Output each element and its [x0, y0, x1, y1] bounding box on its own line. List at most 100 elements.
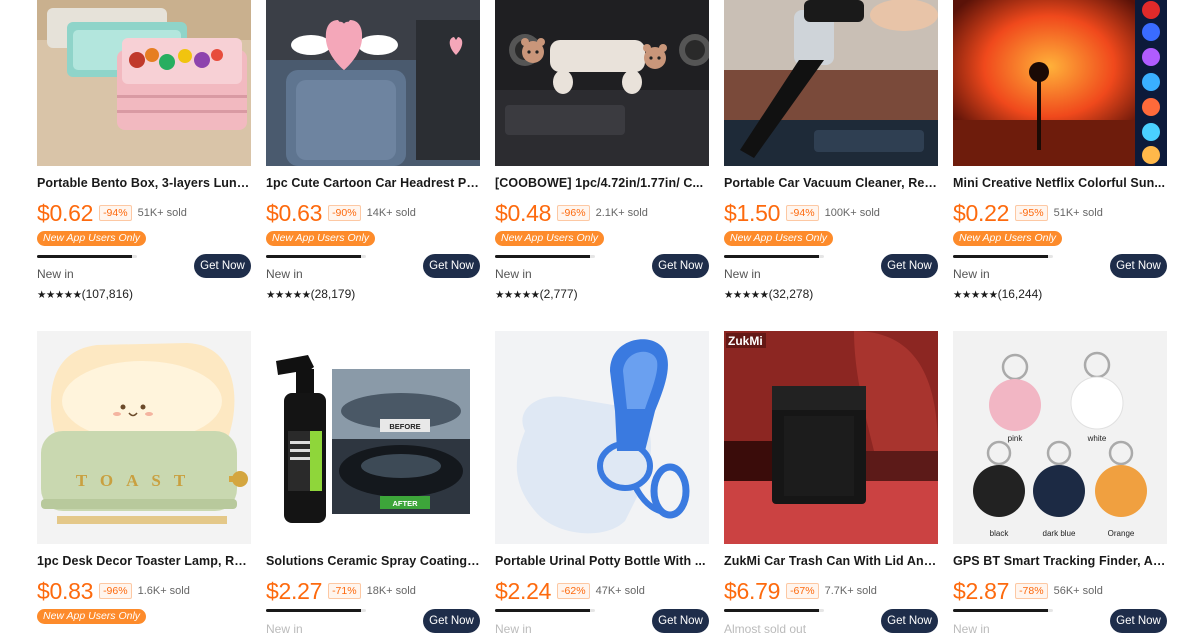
- toast-label: TOAST: [76, 471, 198, 490]
- black-label: black: [990, 529, 1010, 538]
- stock-status: New in: [724, 267, 761, 281]
- product-price: $2.27: [266, 577, 323, 604]
- product-image-urinal-bottle[interactable]: [495, 331, 709, 544]
- stock-status: Almost sold out: [724, 622, 807, 636]
- rating-count: (16,244): [997, 287, 1043, 301]
- rating-count: (107,816): [81, 287, 133, 301]
- star-icons: ★★★★★: [724, 289, 769, 301]
- progress-fill: [953, 255, 1048, 258]
- white-label: white: [1087, 434, 1107, 443]
- product-title[interactable]: Portable Car Vacuum Cleaner, Rec...: [724, 176, 938, 190]
- product-price: $2.24: [495, 577, 552, 604]
- stock-progress-bar: [724, 255, 824, 258]
- promo-tag: New App Users Only: [266, 231, 376, 246]
- rating-count: (2,777): [539, 287, 578, 301]
- sold-count: 51K+ sold: [1053, 207, 1103, 219]
- product-image-gps-tracker[interactable]: pink white black dark blue Orange: [953, 331, 1167, 544]
- zukmi-logo: ZukMi: [728, 334, 763, 348]
- get-now-button[interactable]: Get Now: [423, 609, 480, 633]
- stock-progress-bar: [495, 255, 595, 258]
- pink-label: pink: [1008, 434, 1024, 443]
- promo-tag: New App Users Only: [724, 231, 834, 246]
- product-title[interactable]: [COOBOWE] 1pc/4.72in/1.77in/ C...: [495, 176, 709, 190]
- product-image-car-trash-can[interactable]: ZukMi: [724, 331, 938, 544]
- stock-status: New in: [953, 267, 990, 281]
- product-title[interactable]: ZukMi Car Trash Can With Lid And...: [724, 554, 938, 568]
- discount-badge: -71%: [328, 583, 361, 599]
- sold-count: 2.1K+ sold: [595, 207, 648, 219]
- product-price: $0.62: [37, 199, 94, 226]
- star-icons: ★★★★★: [953, 289, 998, 301]
- promo-tag: New App Users Only: [495, 231, 605, 246]
- progress-fill: [724, 609, 819, 612]
- rating: ★★★★★(107,816): [37, 287, 133, 301]
- product-price: $0.83: [37, 577, 94, 604]
- get-now-button[interactable]: Get Now: [652, 609, 709, 633]
- get-now-button[interactable]: Get Now: [881, 609, 938, 633]
- discount-badge: -95%: [1015, 205, 1048, 221]
- product-title[interactable]: GPS BT Smart Tracking Finder, Ant...: [953, 554, 1167, 568]
- rating: ★★★★★(16,244): [953, 287, 1042, 301]
- get-now-button[interactable]: Get Now: [1110, 609, 1167, 633]
- product-image-car-vacuum[interactable]: [724, 0, 938, 166]
- get-now-button[interactable]: Get Now: [881, 254, 938, 278]
- product-image-ceramic-spray[interactable]: BEFORE AFTER: [266, 331, 480, 544]
- get-now-button[interactable]: Get Now: [194, 254, 251, 278]
- product-title[interactable]: Solutions Ceramic Spray Coating, ...: [266, 554, 480, 568]
- progress-fill: [953, 609, 1048, 612]
- progress-fill: [495, 255, 590, 258]
- rating: ★★★★★(32,278): [724, 287, 813, 301]
- sold-count: 18K+ sold: [366, 585, 416, 597]
- product-price: $1.50: [724, 199, 781, 226]
- rating-count: (28,179): [310, 287, 356, 301]
- stock-progress-bar: [953, 255, 1053, 258]
- discount-badge: -90%: [328, 205, 361, 221]
- star-icons: ★★★★★: [37, 289, 82, 301]
- before-label: BEFORE: [389, 422, 420, 431]
- progress-fill: [37, 255, 132, 258]
- sold-count: 56K+ sold: [1053, 585, 1103, 597]
- discount-badge: -62%: [557, 583, 590, 599]
- stock-status: New in: [266, 267, 303, 281]
- stock-status: New in: [37, 267, 74, 281]
- product-image-headrest-pillow[interactable]: [266, 0, 480, 166]
- product-price: $2.87: [953, 577, 1010, 604]
- get-now-button[interactable]: Get Now: [652, 254, 709, 278]
- rating: ★★★★★(2,777): [495, 287, 578, 301]
- promo-tag: New App Users Only: [37, 231, 147, 246]
- get-now-button[interactable]: Get Now: [423, 254, 480, 278]
- get-now-button[interactable]: Get Now: [1110, 254, 1167, 278]
- dark-blue-label: dark blue: [1043, 529, 1076, 538]
- product-title[interactable]: Portable Urinal Potty Bottle With ...: [495, 554, 709, 568]
- stock-progress-bar: [724, 609, 824, 612]
- progress-fill: [495, 609, 590, 612]
- stock-progress-bar: [953, 609, 1053, 612]
- product-image-sunset-lamp[interactable]: [953, 0, 1167, 166]
- discount-badge: -67%: [786, 583, 819, 599]
- product-title[interactable]: Portable Bento Box, 3-layers Lunc...: [37, 176, 251, 190]
- stock-progress-bar: [266, 255, 366, 258]
- rating: ★★★★★(28,179): [266, 287, 355, 301]
- product-price: $0.48: [495, 199, 552, 226]
- product-price: $0.22: [953, 199, 1010, 226]
- promo-tag: New App Users Only: [953, 231, 1063, 246]
- progress-fill: [724, 255, 819, 258]
- sold-count: 100K+ sold: [824, 207, 880, 219]
- discount-badge: -94%: [99, 205, 132, 221]
- orange-label: Orange: [1108, 529, 1135, 538]
- stock-progress-bar: [37, 255, 137, 258]
- progress-fill: [266, 609, 361, 612]
- product-title[interactable]: 1pc Desk Decor Toaster Lamp, Rec...: [37, 554, 251, 568]
- product-price: $6.79: [724, 577, 781, 604]
- sold-count: 1.6K+ sold: [137, 585, 190, 597]
- product-title[interactable]: 1pc Cute Cartoon Car Headrest Pil...: [266, 176, 480, 190]
- sold-count: 51K+ sold: [137, 207, 187, 219]
- product-title[interactable]: Mini Creative Netflix Colorful Sun...: [953, 176, 1167, 190]
- product-image-bento-box[interactable]: [37, 0, 251, 166]
- star-icons: ★★★★★: [266, 289, 311, 301]
- product-image-toaster-lamp[interactable]: TOAST: [37, 331, 251, 544]
- stock-progress-bar: [495, 609, 595, 612]
- discount-badge: -94%: [786, 205, 819, 221]
- product-image-phone-holder[interactable]: [495, 0, 709, 166]
- sold-count: 7.7K+ sold: [824, 585, 877, 597]
